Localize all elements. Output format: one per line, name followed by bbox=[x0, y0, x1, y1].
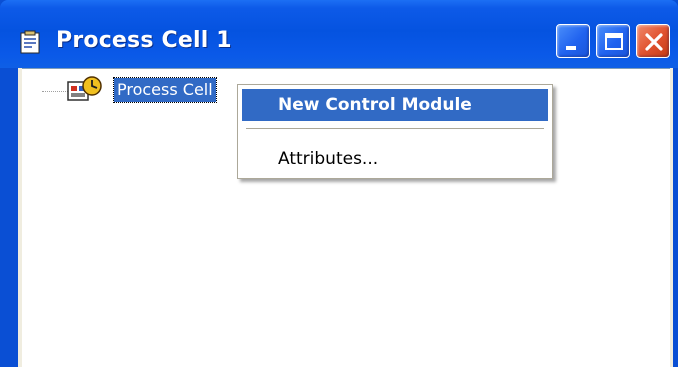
maximize-icon bbox=[605, 33, 623, 50]
close-icon bbox=[645, 33, 663, 51]
process-cell-clock-icon bbox=[67, 76, 102, 101]
document-clipboard-icon bbox=[20, 30, 40, 54]
window-frame-right-inner bbox=[670, 68, 673, 367]
minimize-icon bbox=[566, 46, 576, 50]
menu-item-attributes[interactable]: Attributes... bbox=[242, 143, 548, 175]
minimize-button[interactable] bbox=[556, 24, 590, 58]
context-menu: New Control Module Attributes... bbox=[237, 84, 553, 179]
window-title: Process Cell 1 bbox=[56, 28, 232, 53]
process-cell-window: Process Cell 1 Process Cell New Control … bbox=[0, 0, 678, 368]
menu-item-new-control-module[interactable]: New Control Module bbox=[242, 89, 548, 121]
tree-node-process-cell[interactable]: Process Cell bbox=[113, 77, 217, 103]
title-bar[interactable]: Process Cell 1 bbox=[0, 0, 678, 68]
tree-connector-line bbox=[42, 91, 68, 92]
close-button[interactable] bbox=[636, 24, 670, 58]
menu-separator bbox=[246, 128, 544, 129]
maximize-button[interactable] bbox=[596, 24, 630, 58]
